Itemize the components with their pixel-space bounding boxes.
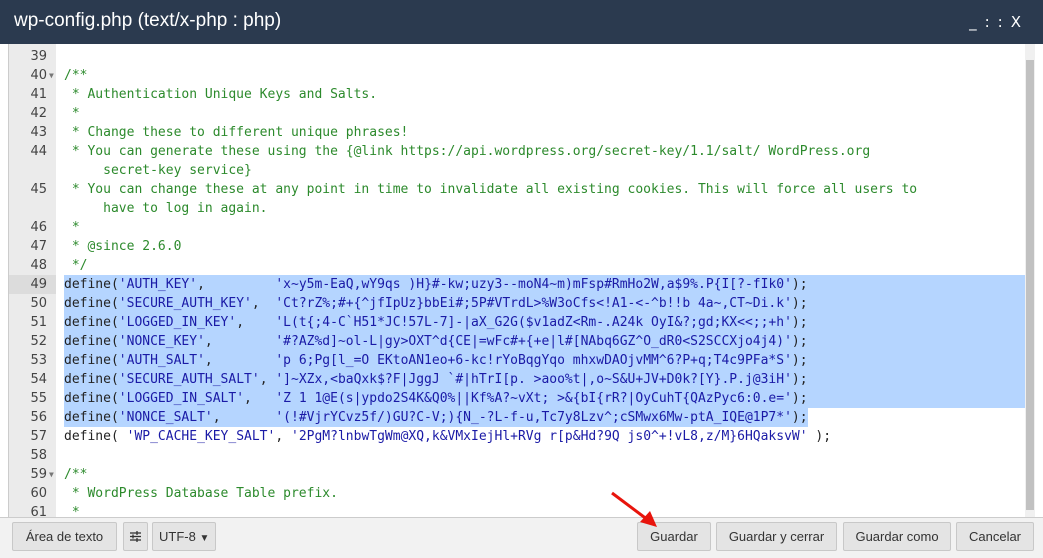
code-text: *: [64, 106, 80, 121]
line-number: 51: [30, 315, 47, 330]
code-line[interactable]: 51 define('LOGGED_IN_KEY', 'L(t{;4-C`H51*…: [9, 313, 1026, 332]
vertical-scrollbar[interactable]: [1025, 44, 1035, 517]
line-number: 47: [30, 239, 47, 254]
save-as-button[interactable]: Guardar como: [843, 522, 951, 551]
code-line[interactable]: 49 define('AUTH_KEY', 'x~y5m-EaQ,wY9qs )H…: [9, 275, 1026, 294]
code-line[interactable]: 44 * You can generate these using the {@…: [9, 142, 1026, 161]
save-button[interactable]: Guardar: [637, 522, 711, 551]
code-text: define('SECURE_AUTH_KEY', 'Ct?rZ%;#+{^jf…: [64, 294, 1026, 313]
code-line-wrap[interactable]: secret-key service}: [9, 161, 1026, 180]
encoding-select[interactable]: UTF-8 ▼: [152, 522, 216, 551]
code-text: * You can change these at any point in t…: [64, 182, 918, 197]
code-line[interactable]: 39: [9, 47, 1026, 66]
window-title: wp-config.php (text/x-php : php): [14, 10, 282, 31]
code-text: define('AUTH_KEY', 'x~y5m-EaQ,wY9qs )H}#…: [64, 275, 1026, 294]
code-line[interactable]: 50 define('SECURE_AUTH_KEY', 'Ct?rZ%;#+{^…: [9, 294, 1026, 313]
line-number: 61: [30, 505, 47, 517]
chevron-down-icon: ▼: [199, 533, 210, 544]
line-number: 58: [30, 448, 47, 463]
save-and-close-button[interactable]: Guardar y cerrar: [716, 522, 837, 551]
code-text: define('NONCE_SALT', '(!#VjrYCvz5f/)GU?C…: [64, 408, 808, 427]
scrollbar-thumb[interactable]: [1026, 60, 1034, 510]
fold-toggle-icon[interactable]: ▼: [49, 465, 54, 484]
code-line[interactable]: 53 define('AUTH_SALT', 'p 6;Pg[l_=O EKtoA…: [9, 351, 1026, 370]
code-line[interactable]: 55 define('LOGGED_IN_SALT', 'Z 1 1@E(s|yp…: [9, 389, 1026, 408]
code-line[interactable]: 57 define( 'WP_CACHE_KEY_SALT', '2PgM?lnb…: [9, 427, 1026, 446]
code-text: /**: [64, 68, 88, 83]
line-number: 60: [30, 486, 47, 501]
maximize-button[interactable]: ::: [985, 13, 1011, 31]
line-number: 50: [30, 296, 47, 311]
code-line[interactable]: 58: [9, 446, 1026, 465]
line-number: 54: [30, 372, 47, 387]
code-text: define('SECURE_AUTH_SALT', ']~XZx,<baQxk…: [64, 370, 1026, 389]
line-number: 43: [30, 125, 47, 140]
code-text: *: [64, 505, 80, 517]
cancel-button[interactable]: Cancelar: [956, 522, 1034, 551]
code-line[interactable]: 60 * WordPress Database Table prefix.: [9, 484, 1026, 503]
textarea-mode-button[interactable]: Área de texto: [12, 522, 117, 551]
code-text: * @since 2.6.0: [64, 239, 182, 254]
line-number: 39: [30, 49, 47, 64]
code-line[interactable]: 41 * Authentication Unique Keys and Salt…: [9, 85, 1026, 104]
code-text: define( 'WP_CACHE_KEY_SALT', '2PgM?lnbwT…: [64, 429, 832, 444]
code-text: * Authentication Unique Keys and Salts.: [64, 87, 378, 102]
code-text: *: [64, 220, 80, 235]
editor-footer: Área de texto UTF-8 ▼ Guardar Guardar y …: [0, 517, 1043, 558]
code-line[interactable]: 42 *: [9, 104, 1026, 123]
code-text: define('AUTH_SALT', 'p 6;Pg[l_=O EKtoAN1…: [64, 351, 1026, 370]
minimize-button[interactable]: _: [969, 13, 985, 31]
fold-toggle-icon[interactable]: ▼: [49, 66, 54, 85]
code-line-wrap[interactable]: have to log in again.: [9, 199, 1026, 218]
code-text: define('LOGGED_IN_SALT', 'Z 1 1@E(s|ypdo…: [64, 389, 1026, 408]
line-number: 53: [30, 353, 47, 368]
code-line[interactable]: 45 * You can change these at any point i…: [9, 180, 1026, 199]
code-text: /**: [64, 467, 88, 482]
line-number: 41: [30, 87, 47, 102]
line-number: 45: [30, 182, 47, 197]
code-text: * You can generate these using the {@lin…: [64, 144, 871, 159]
code-line[interactable]: 52 define('NONCE_KEY', '#?AZ%d]~ol-L|gy>O…: [9, 332, 1026, 351]
code-text: define('NONCE_KEY', '#?AZ%d]~ol-L|gy>OXT…: [64, 332, 1026, 351]
code-text-continuation: secret-key service}: [64, 163, 252, 178]
line-number: 42: [30, 106, 47, 121]
line-number: 49: [9, 275, 56, 294]
code-line[interactable]: 59 ▼/**: [9, 465, 1026, 484]
code-line[interactable]: 40 ▼/**: [9, 66, 1026, 85]
code-editor[interactable]: 39 40 ▼/** 41 * Authentication Unique Keys …: [8, 44, 1035, 517]
code-text-continuation: have to log in again.: [64, 201, 268, 216]
code-text: define('LOGGED_IN_KEY', 'L(t{;4-C`H51*JC…: [64, 313, 1026, 332]
line-number: 57: [30, 429, 47, 444]
line-number: 55: [30, 391, 47, 406]
line-number: 56: [30, 410, 47, 425]
code-line[interactable]: 46 *: [9, 218, 1026, 237]
line-number: 52: [30, 334, 47, 349]
code-line[interactable]: 43 * Change these to different unique ph…: [9, 123, 1026, 142]
encoding-value: UTF-8: [159, 529, 196, 544]
line-number: 46: [30, 220, 47, 235]
line-number: 48: [30, 258, 47, 273]
code-text: */: [64, 258, 88, 273]
close-button[interactable]: X: [1011, 13, 1029, 31]
sliders-icon[interactable]: [123, 522, 148, 551]
line-number: 44: [30, 144, 47, 159]
code-line[interactable]: 61 *: [9, 503, 1026, 517]
code-text: * WordPress Database Table prefix.: [64, 486, 338, 501]
code-line[interactable]: 47 * @since 2.6.0: [9, 237, 1026, 256]
code-line[interactable]: 56 define('NONCE_SALT', '(!#VjrYCvz5f/)GU…: [9, 408, 1026, 427]
code-text: * Change these to different unique phras…: [64, 125, 409, 140]
code-line[interactable]: 48 */: [9, 256, 1026, 275]
title-bar[interactable]: wp-config.php (text/x-php : php) _::X: [0, 0, 1043, 44]
code-line[interactable]: 54 define('SECURE_AUTH_SALT', ']~XZx,<baQ…: [9, 370, 1026, 389]
